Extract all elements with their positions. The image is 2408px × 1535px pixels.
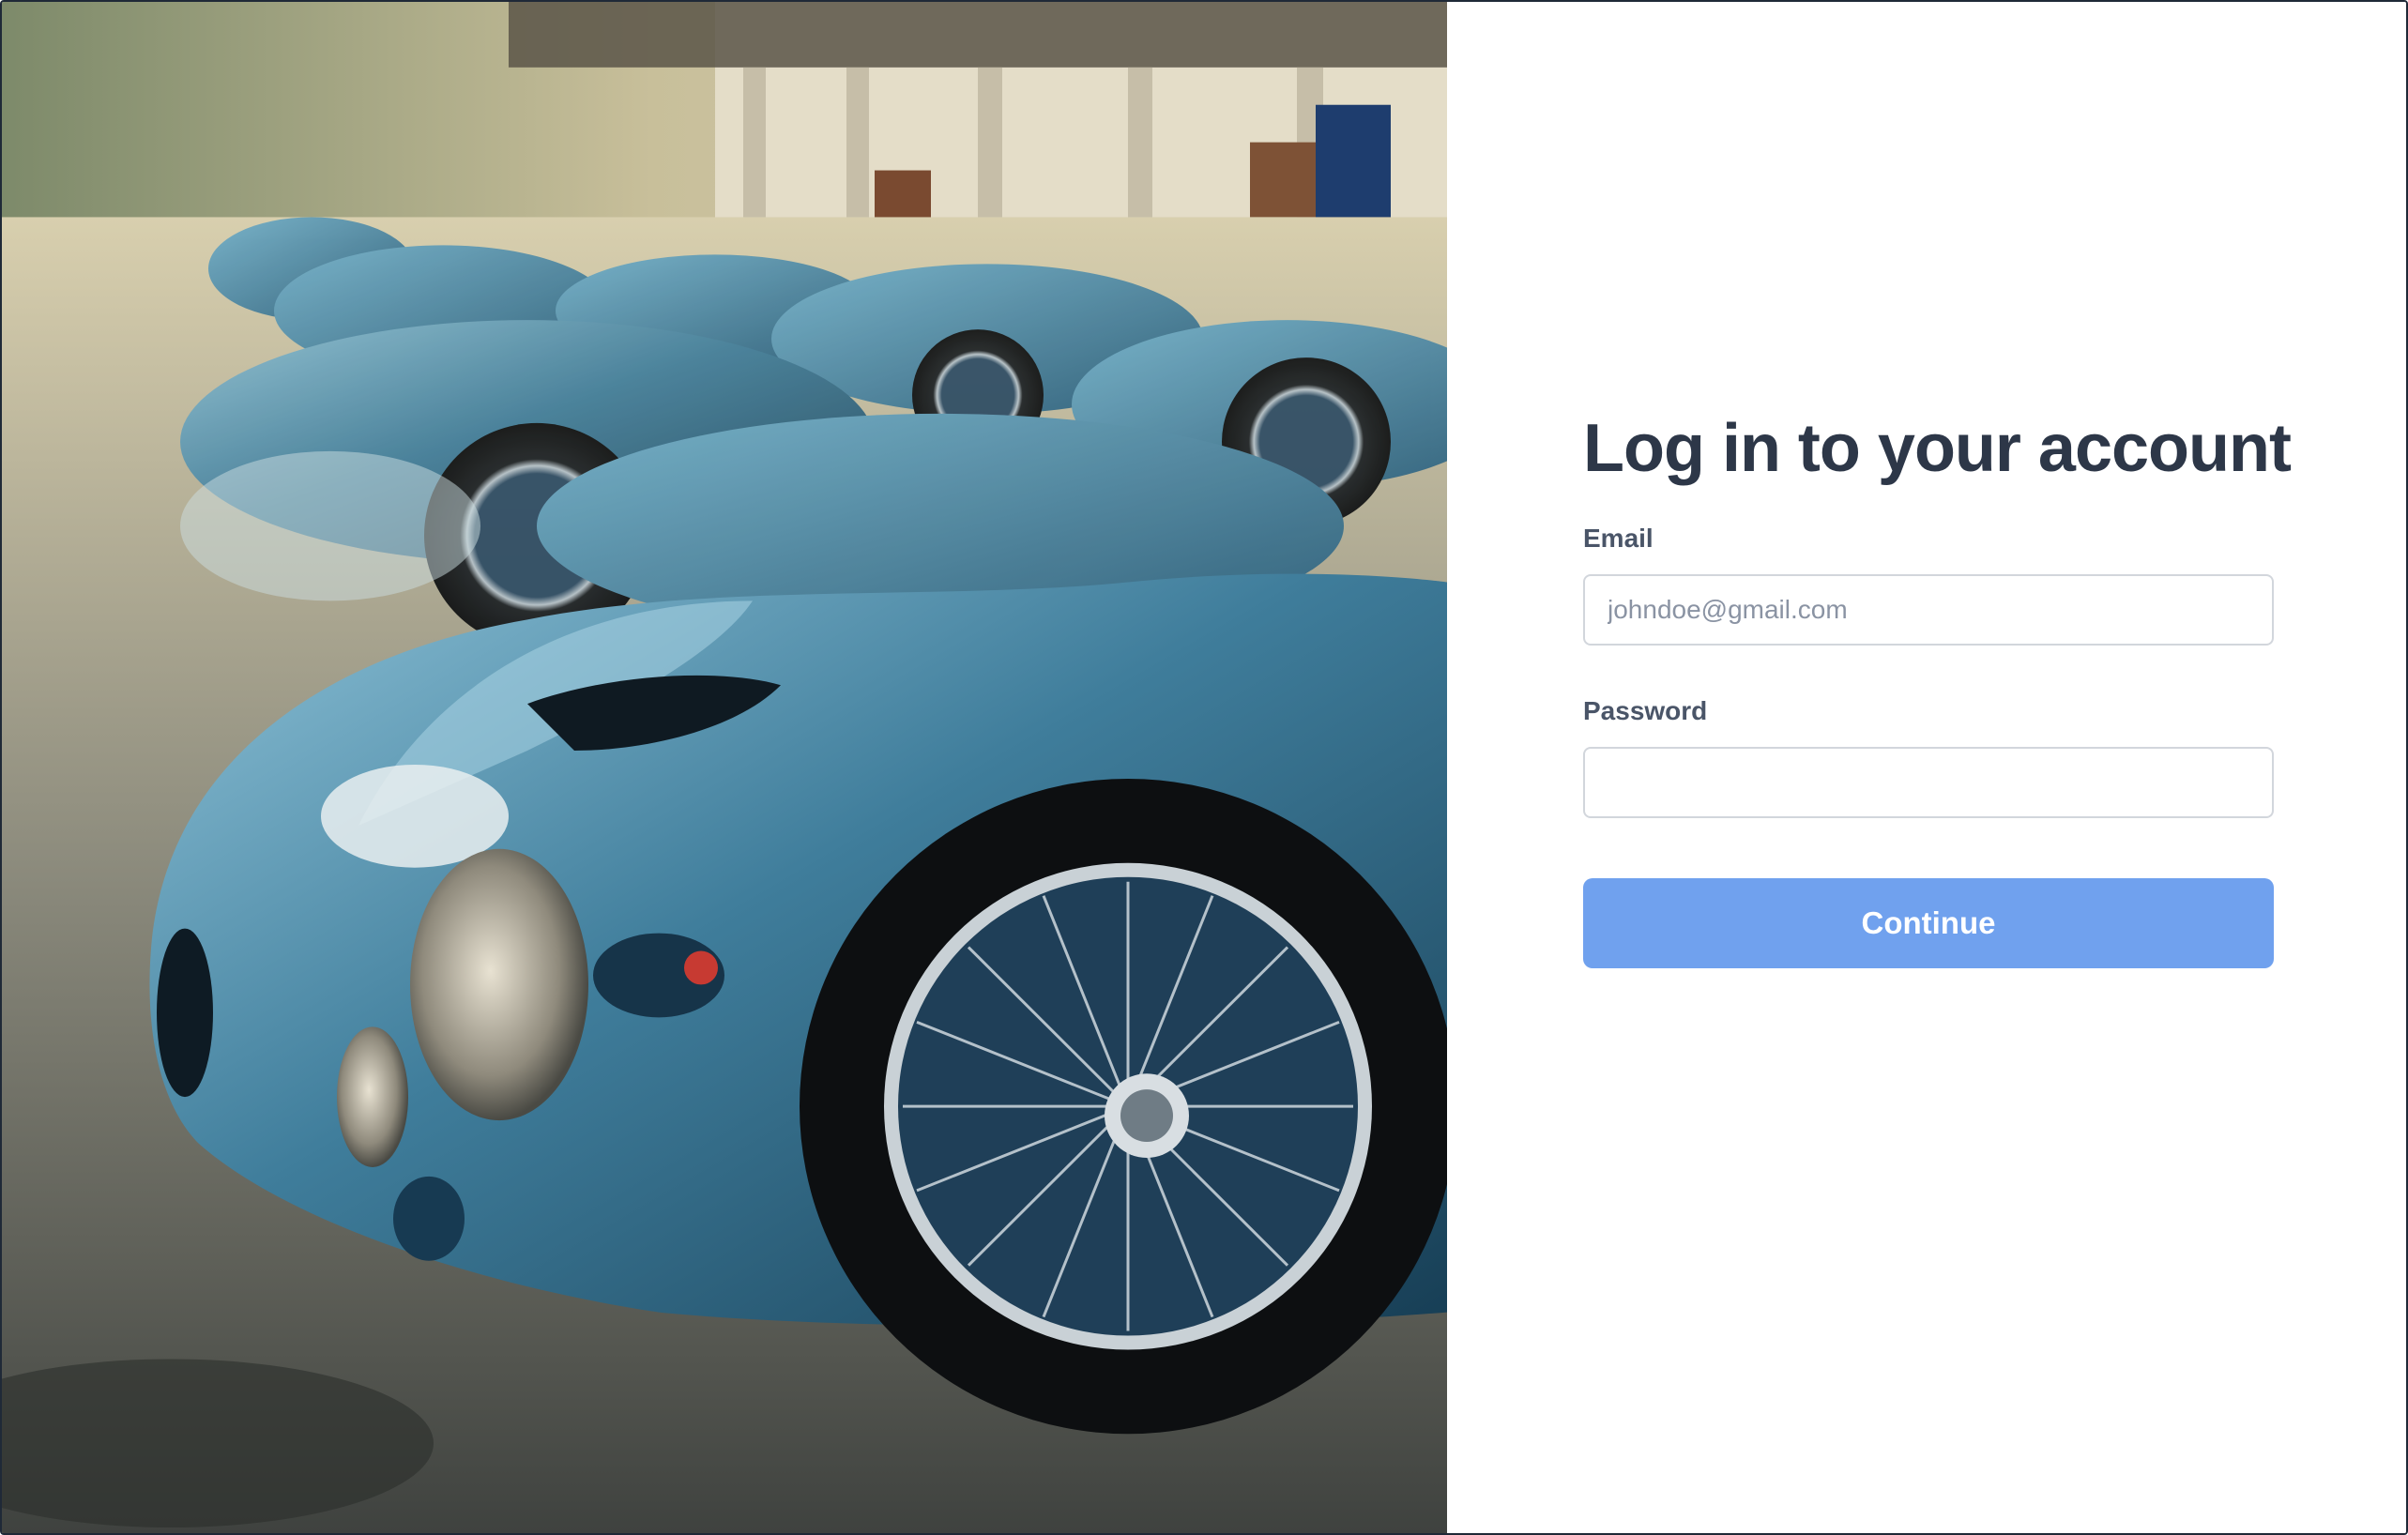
login-panel: Log in to your account Email Password Co… — [1447, 2, 2406, 1533]
email-field[interactable] — [1583, 574, 2274, 646]
page-title: Log in to your account — [1583, 411, 2292, 486]
hero-image — [2, 2, 1447, 1533]
email-label: Email — [1583, 524, 1654, 553]
login-window: Log in to your account Email Password Co… — [0, 0, 2408, 1535]
race-cars-illustration — [2, 2, 1447, 1533]
continue-button[interactable]: Continue — [1583, 878, 2274, 968]
login-form: Log in to your account Email Password Co… — [1583, 403, 2292, 968]
password-field[interactable] — [1583, 747, 2274, 818]
password-label: Password — [1583, 696, 1708, 725]
